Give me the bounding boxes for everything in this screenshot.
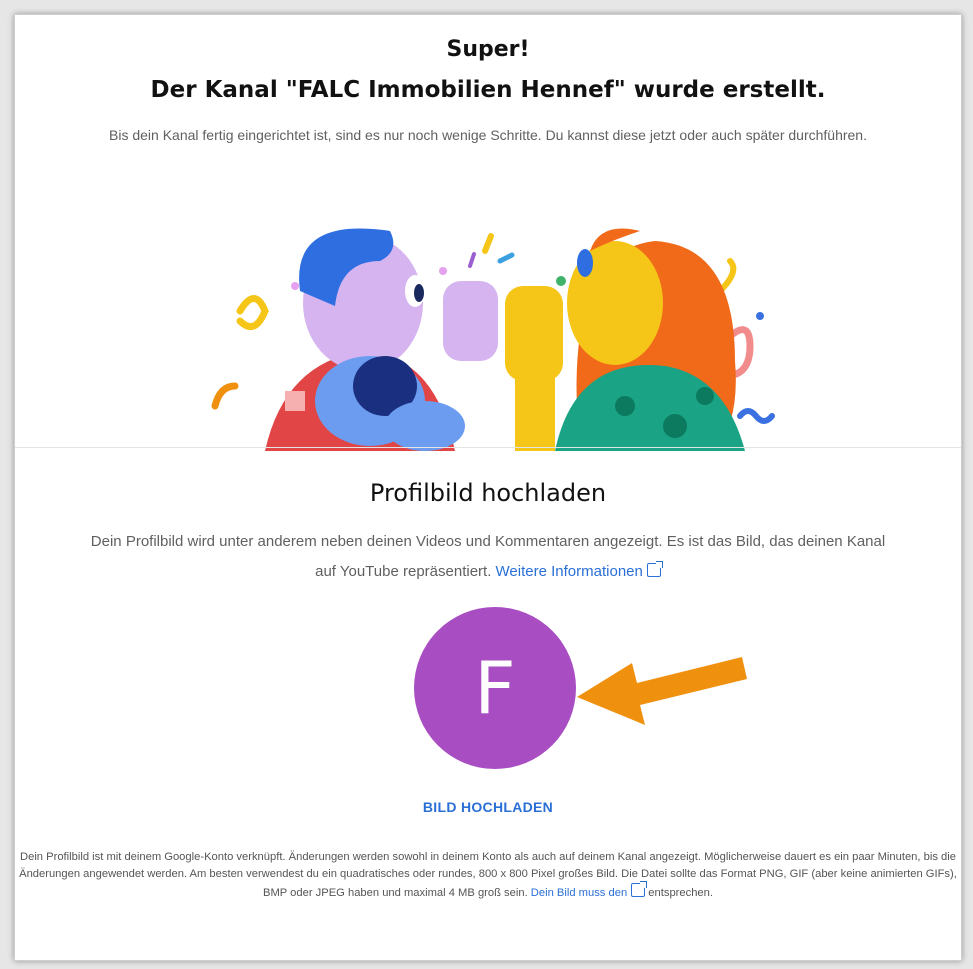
image-guidelines-link-label: Dein Bild muss den <box>530 887 628 899</box>
channel-created-dialog: Super! Der Kanal "FALC Immobilien Hennef… <box>14 14 962 961</box>
footer-text: Dein Profilbild ist mit deinem Google-Ko… <box>19 851 957 899</box>
avatar[interactable]: F <box>414 607 576 769</box>
footer-note: Dein Profilbild ist mit deinem Google-Ko… <box>15 849 961 902</box>
more-info-link[interactable]: Weitere Informationen <box>495 561 663 580</box>
avatar-letter: F <box>474 646 516 730</box>
section-divider <box>15 447 961 448</box>
image-guidelines-link[interactable]: Dein Bild muss den <box>530 881 648 899</box>
orange-arrow-annotation <box>577 657 747 725</box>
success-title: Super! <box>446 37 530 62</box>
footer-after-link: entsprechen. <box>648 887 713 899</box>
profile-picture-description: Dein Profilbild wird unter anderem neben… <box>85 527 891 587</box>
more-info-link-label: Weitere Informationen <box>495 563 643 580</box>
intro-text: Bis dein Kanal fertig eingerichtet ist, … <box>109 127 867 143</box>
profile-description-text: Dein Profilbild wird unter anderem neben… <box>90 533 886 580</box>
channel-created-title: Der Kanal "FALC Immobilien Hennef" wurde… <box>150 77 826 103</box>
external-link-icon <box>646 561 663 577</box>
celebration-illustration <box>211 228 775 451</box>
external-link-icon <box>631 881 648 897</box>
profile-picture-title: Profilbild hochladen <box>369 479 607 507</box>
upload-image-button[interactable]: BILD HOCHLADEN <box>15 799 961 815</box>
